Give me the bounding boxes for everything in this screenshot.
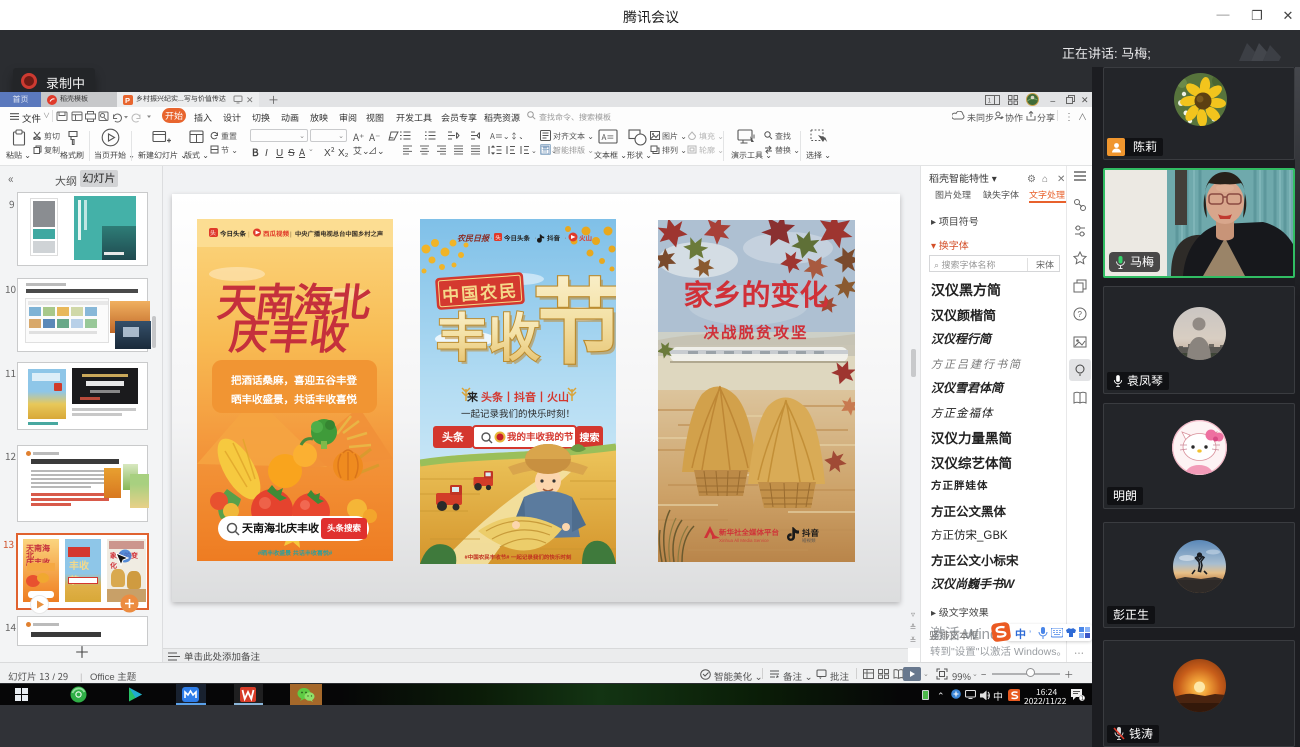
- svg-text:|: |: [248, 228, 250, 238]
- svg-text:晒丰收盛景，共话丰收喜悦: 晒丰收盛景，共话丰收喜悦: [231, 392, 357, 407]
- svg-text:新华社全媒体平台: 新华社全媒体平台: [719, 527, 779, 538]
- svg-text:抖音: 抖音: [547, 233, 561, 243]
- svg-text:·: ·: [489, 235, 494, 242]
- svg-text:家乡的变化: 家乡的变化: [683, 272, 828, 314]
- svg-text:头条搜索: 头条搜索: [327, 522, 362, 534]
- svg-text:今日头条: 今日头条: [219, 228, 247, 238]
- svg-text:来 头条丨抖音丨火山: 来 头条丨抖音丨火山: [466, 389, 569, 405]
- svg-text:A≡⌄: A≡⌄: [490, 131, 510, 141]
- svg-text:短视频: 短视频: [802, 538, 816, 544]
- svg-text:农民日报: 农民日报: [457, 233, 490, 244]
- svg-text:↕⌄: ↕⌄: [510, 131, 522, 141]
- svg-text:·: ·: [563, 235, 568, 242]
- svg-text:P: P: [125, 95, 130, 105]
- svg-text:西瓜视频: 西瓜视频: [263, 228, 290, 238]
- svg-text:⌄: ⌄: [531, 146, 537, 155]
- svg-text:Xinhua All Media Service: Xinhua All Media Service: [719, 538, 769, 544]
- svg-text:1: 1: [1081, 694, 1084, 701]
- svg-text:#晒丰收盛景 共话丰收喜悦#: #晒丰收盛景 共话丰收喜悦#: [258, 548, 333, 557]
- svg-text:节: 节: [533, 249, 616, 382]
- svg-text:决战脱贫攻坚: 决战脱贫攻坚: [703, 321, 808, 343]
- svg-text:今日头条: 今日头条: [503, 233, 531, 243]
- svg-text:丰收: 丰收: [436, 296, 540, 371]
- svg-text:头: 头: [210, 228, 216, 237]
- svg-text:A≡: A≡: [602, 132, 615, 143]
- svg-text:一起记录我们的快乐时刻！: 一起记录我们的快乐时刻！: [461, 406, 575, 420]
- svg-text:火山: 火山: [579, 233, 592, 243]
- svg-text:搜索: 搜索: [580, 429, 600, 444]
- svg-text:头: 头: [495, 234, 501, 242]
- svg-text:|: |: [290, 228, 292, 238]
- svg-text:头条: 头条: [442, 429, 465, 445]
- svg-text:?: ?: [1078, 309, 1083, 320]
- svg-text:1: 1: [988, 95, 992, 105]
- svg-text:把酒话桑麻，喜迎五谷丰登: 把酒话桑麻，喜迎五谷丰登: [231, 373, 357, 388]
- svg-text:#中国农民丰收节# 一起记录我们的快乐时刻: #中国农民丰收节# 一起记录我们的快乐时刻: [465, 553, 572, 561]
- svg-text:中央广播电视总台中国乡村之声: 中央广播电视总台中国乡村之声: [295, 229, 383, 238]
- svg-text:我的丰收我的节: 我的丰收我的节: [507, 429, 574, 443]
- svg-text:庆丰收: 庆丰收: [227, 305, 354, 361]
- svg-text:天南海北庆丰收: 天南海北庆丰收: [242, 520, 320, 536]
